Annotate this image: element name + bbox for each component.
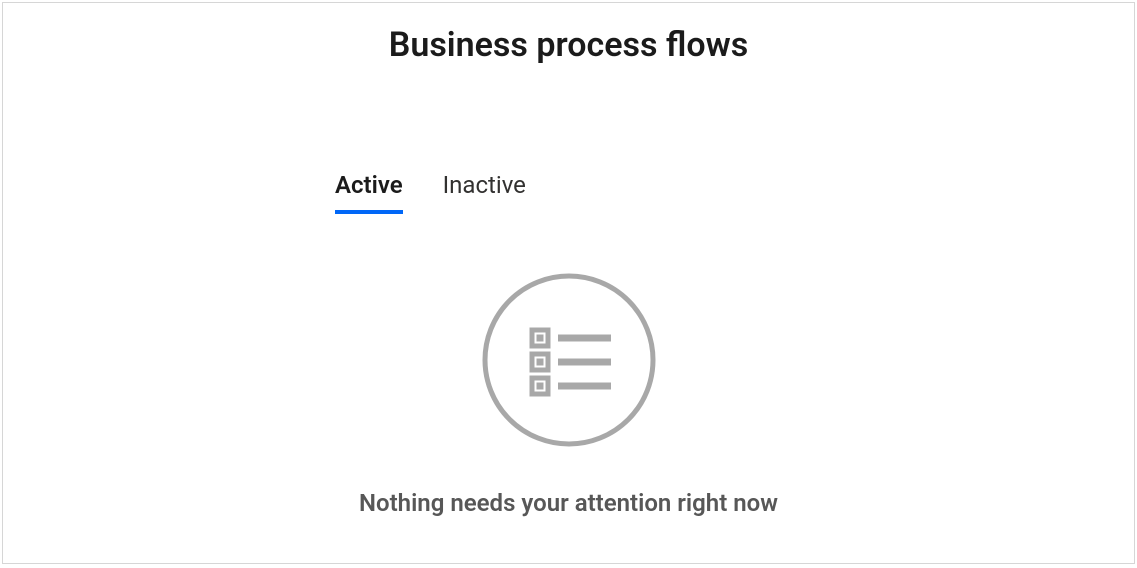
business-process-flows-card: Business process flows Active Inactive N… (2, 2, 1135, 564)
tab-inactive[interactable]: Inactive (443, 171, 526, 214)
list-icon (481, 272, 657, 448)
tab-active-label: Active (335, 171, 403, 199)
tabs-container: Active Inactive (335, 171, 526, 214)
empty-state-illustration (481, 272, 657, 448)
empty-state-message: Nothing needs your attention right now (3, 489, 1134, 517)
tab-inactive-label: Inactive (443, 171, 526, 199)
tab-active[interactable]: Active (335, 171, 403, 214)
page-title: Business process flows (3, 25, 1134, 65)
